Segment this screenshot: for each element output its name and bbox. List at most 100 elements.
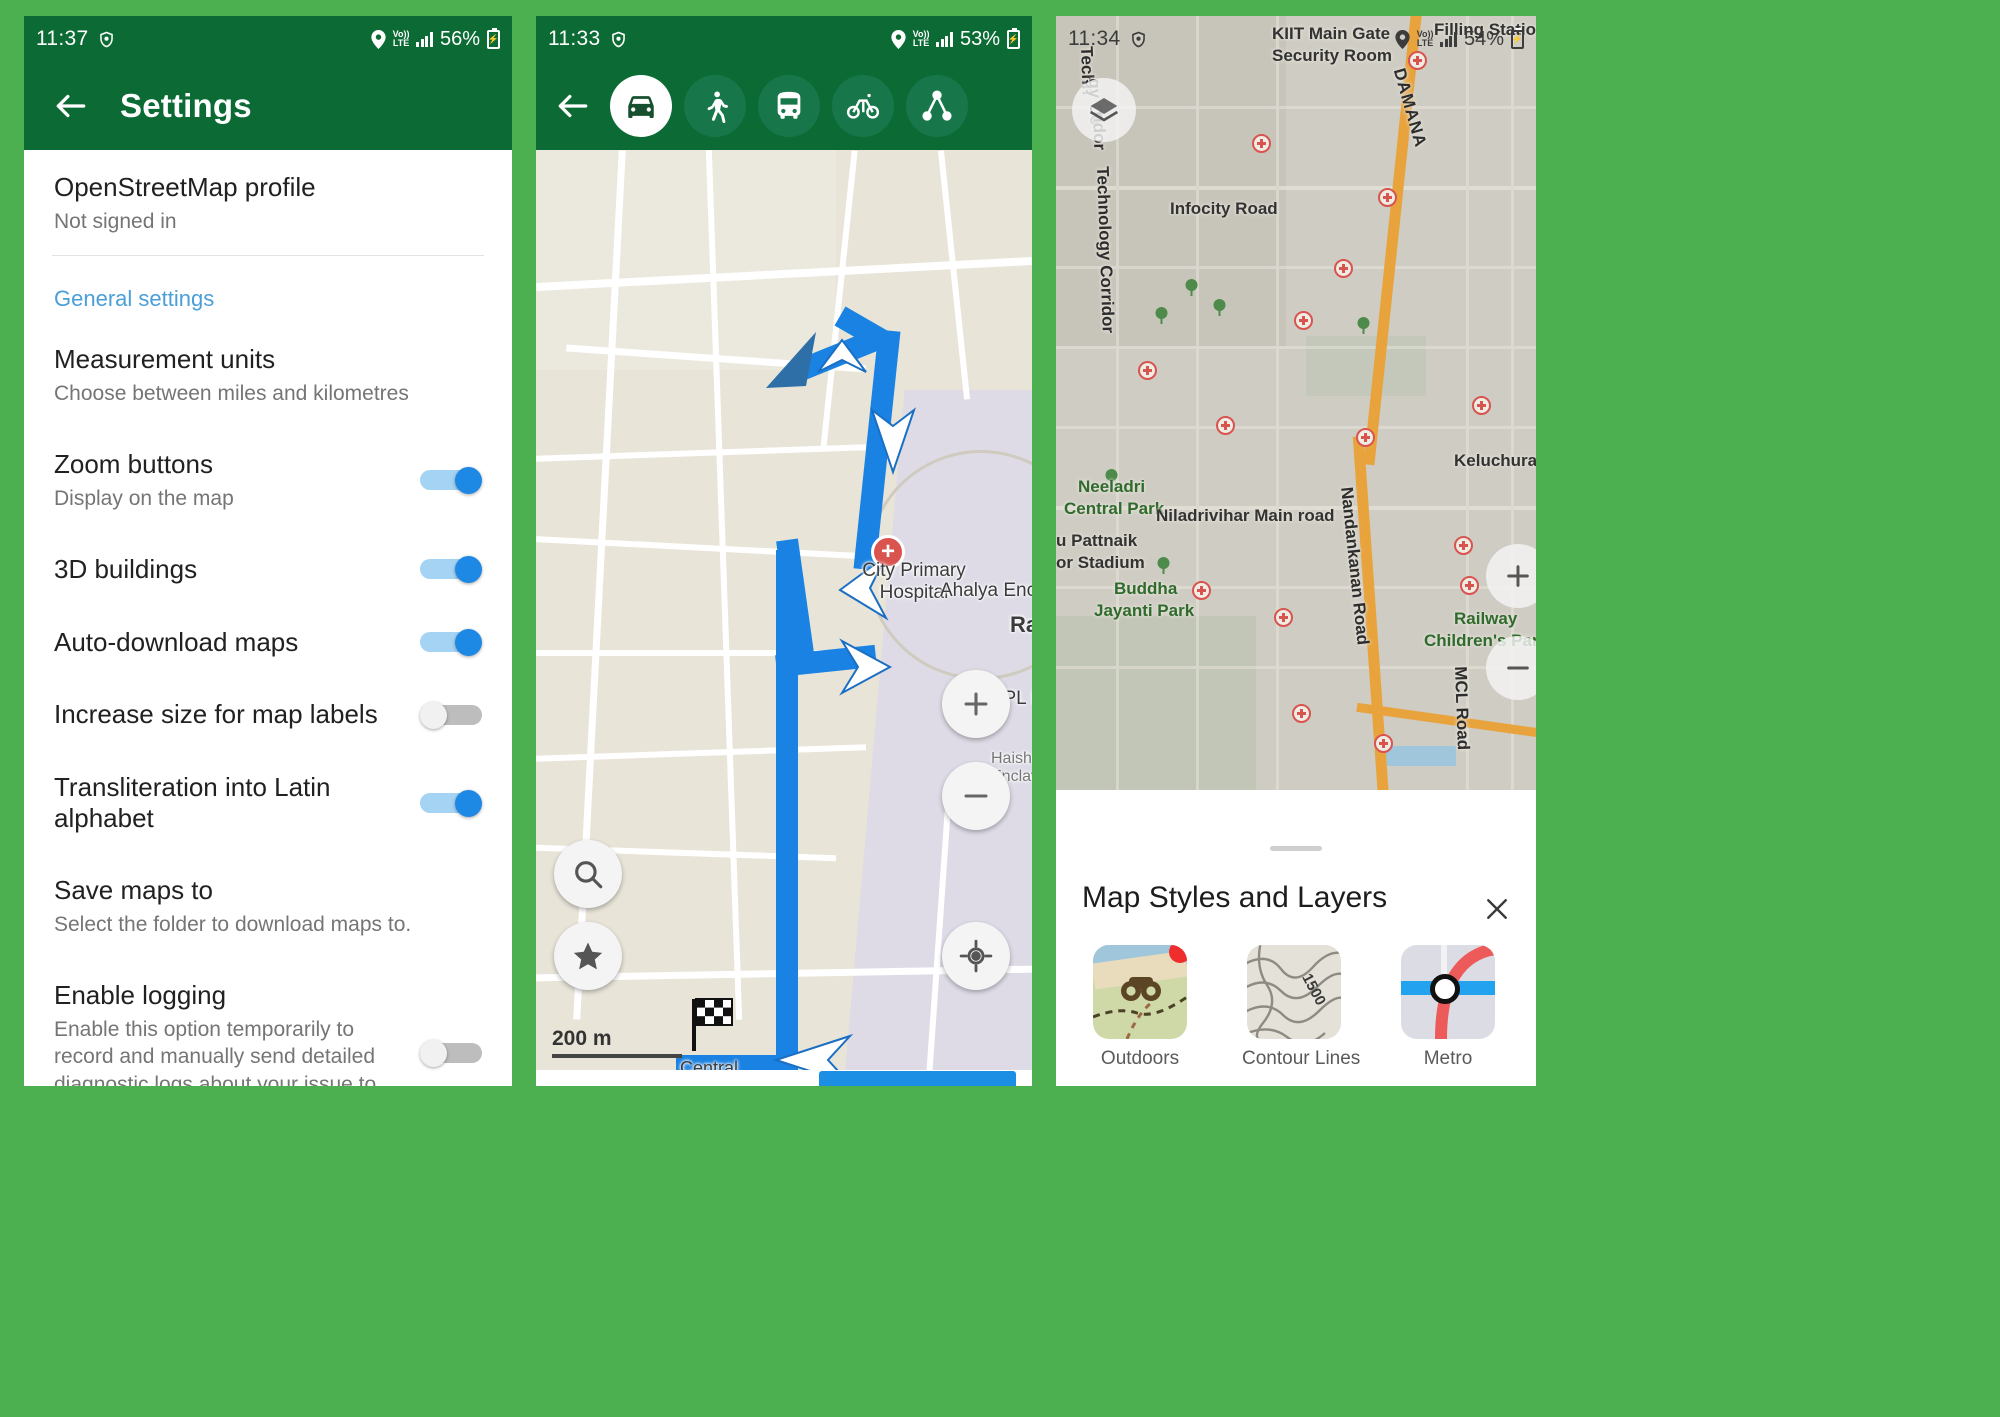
item-title: Save maps to [54, 875, 213, 906]
map-label-central-hospital: Central Hospital [679, 1058, 739, 1070]
volte-icon: Vo)) LTE [1416, 29, 1434, 48]
hospital-poi-icon[interactable] [1356, 428, 1375, 447]
item-title: Measurement units [54, 343, 276, 374]
search-button[interactable] [554, 840, 622, 908]
map-label-keluchuran: Keluchuran [1454, 451, 1536, 470]
map-label-jayanti-park: Jayanti Park [1094, 601, 1195, 620]
volte-icon: Vo)) LTE [912, 29, 930, 48]
location-pin-icon [371, 29, 386, 49]
status-time: 11:34 [1068, 27, 1121, 50]
layers-map[interactable]: 11:34 Vo))LTE 54% Techn gy Co [1056, 16, 1536, 790]
map-layers-button[interactable] [1072, 78, 1136, 142]
layer-option-metro[interactable]: Metro [1396, 945, 1500, 1070]
status-bar-3: 11:34 Vo)) LTE 54% [1056, 16, 1536, 62]
battery-charging-icon [487, 27, 500, 49]
route-points-icon [922, 90, 952, 121]
hospital-poi-icon[interactable] [1374, 734, 1393, 753]
volte-icon: Vo)) LTE [392, 29, 410, 48]
zoom-in-icon [964, 692, 988, 716]
hospital-poi-icon[interactable] [1216, 416, 1235, 435]
panel-navigation: 11:33 Vo)) LTE 53% ⚡ + City Primary Hosp… [536, 16, 1032, 1086]
settings-item-measurement-units[interactable]: Measurement units Choose between miles a… [24, 322, 512, 427]
signal-bars-icon [416, 31, 433, 47]
settings-item-save-maps-to[interactable]: Save maps to Select the folder to downlo… [24, 853, 512, 958]
map-label-infocity-road: Infocity Road [1170, 199, 1278, 218]
shield-icon [1129, 30, 1148, 49]
hospital-poi-icon[interactable] [1472, 396, 1491, 415]
map-label-mcl-road: MCL Road [1451, 666, 1473, 751]
layer-caption: Outdoors [1100, 1048, 1180, 1069]
start-navigation-button[interactable]: START [819, 1070, 1016, 1086]
mode-transit-button[interactable] [758, 75, 820, 137]
tree-icon [1213, 299, 1226, 316]
route-map[interactable]: + City Primary Hospital Ahalya Enclave R… [536, 150, 1032, 1070]
mode-bicycle-button[interactable] [832, 75, 894, 137]
hospital-poi-icon[interactable] [1252, 134, 1271, 153]
sheet-grabber[interactable] [1270, 846, 1322, 851]
toggle-3d-buildings[interactable] [420, 556, 482, 584]
map-label-ran: Ran [1010, 612, 1032, 637]
settings-item-transliteration[interactable]: Transliteration into Latin alphabet [24, 750, 512, 853]
hospital-poi-icon[interactable] [1378, 188, 1397, 207]
map-label-stadium: or Stadium [1056, 553, 1145, 572]
hospital-poi-icon[interactable] [1292, 704, 1311, 723]
map-label-buddha: Buddha [1114, 579, 1178, 598]
map-label-railway: Railway [1454, 609, 1518, 628]
back-arrow-icon[interactable] [554, 87, 592, 125]
car-icon [628, 96, 654, 119]
search-icon [575, 861, 603, 889]
back-arrow-icon[interactable] [52, 87, 90, 125]
my-location-button[interactable] [942, 922, 1010, 990]
map-label-neeladri: Neeladri [1078, 477, 1146, 496]
toggle-zoom-buttons[interactable] [420, 467, 482, 495]
location-pin-icon [891, 29, 906, 49]
hospital-poi-icon[interactable] [1460, 576, 1479, 595]
close-icon[interactable] [1482, 894, 1512, 924]
settings-item-enable-logging[interactable]: Enable logging Enable this option tempor… [24, 958, 512, 1086]
settings-item-3d-buildings[interactable]: 3D buildings [24, 532, 512, 605]
status-time: 11:37 [36, 27, 89, 50]
zoom-out-icon [1507, 666, 1529, 670]
hospital-poi-icon[interactable] [1138, 361, 1157, 380]
toggle-increase-label-size[interactable] [420, 701, 482, 729]
star-icon [573, 942, 603, 970]
toggle-auto-download-maps[interactable] [420, 628, 482, 656]
hospital-poi-icon[interactable] [1454, 536, 1473, 555]
my-location-icon [959, 939, 993, 973]
mode-pedestrian-button[interactable] [684, 75, 746, 137]
settings-item-osm-profile[interactable]: OpenStreetMap profile Not signed in [24, 150, 512, 255]
layer-option-outdoors[interactable]: Outdoors [1088, 945, 1192, 1070]
zoom-in-button[interactable] [942, 670, 1010, 738]
route-chevron-icon [839, 638, 893, 696]
map-road [536, 444, 867, 462]
hospital-poi-icon[interactable] [1274, 608, 1293, 627]
hospital-poi-icon[interactable] [1294, 311, 1313, 330]
toggle-enable-logging[interactable] [420, 1039, 482, 1067]
mode-car-button[interactable] [610, 75, 672, 137]
favorites-button[interactable] [554, 922, 622, 990]
hospital-poi-icon[interactable] [1192, 581, 1211, 600]
layer-option-contour-lines[interactable]: 1500 Contour Lines [1242, 945, 1360, 1070]
settings-item-zoom-buttons[interactable]: Zoom buttons Display on the map [24, 427, 512, 532]
outdoors-thumb-icon [1093, 945, 1187, 1039]
map-scale-line [552, 1054, 682, 1058]
route-chevron-icon [772, 1033, 854, 1070]
tree-icon [1157, 557, 1170, 574]
hospital-poi-icon[interactable] [1334, 259, 1353, 278]
location-pin-icon [1395, 29, 1410, 49]
route-chevron-icon [870, 407, 916, 476]
zoom-out-icon [964, 794, 988, 798]
status-time: 11:33 [548, 27, 601, 50]
zoom-out-button[interactable] [942, 762, 1010, 830]
settings-list[interactable]: OpenStreetMap profile Not signed in Gene… [24, 150, 512, 1086]
mode-route-points-button[interactable] [906, 75, 968, 137]
battery-charging-icon [1511, 27, 1524, 49]
toggle-transliteration[interactable] [420, 789, 482, 817]
item-title: OpenStreetMap profile [54, 172, 316, 202]
signal-bars-icon [1440, 31, 1457, 47]
map-label-central-park: Central Park [1064, 499, 1165, 518]
settings-item-increase-label-size[interactable]: Increase size for map labels [24, 677, 512, 750]
bicycle-icon [846, 93, 880, 119]
panel-map-styles: 11:34 Vo))LTE 54% Techn gy Co [1056, 16, 1536, 1086]
settings-item-auto-download-maps[interactable]: Auto-download maps [24, 605, 512, 678]
